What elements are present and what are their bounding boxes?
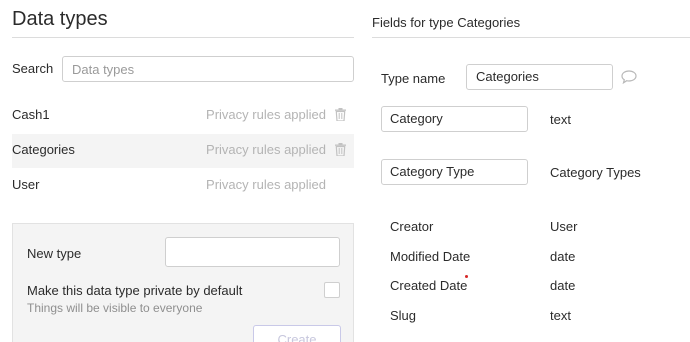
cursor-dot (465, 275, 468, 278)
divider (12, 37, 354, 38)
new-type-form: New type Make this data type private by … (12, 223, 354, 342)
builtin-field-name: Created Date (390, 278, 468, 293)
speech-bubble-icon[interactable] (621, 70, 637, 84)
builtin-field-type: text (550, 308, 571, 323)
new-type-label: New type (27, 246, 82, 261)
fields-panel: Fields for type Categories Type name Cat… (362, 0, 690, 342)
fields-panel-title: Fields for type Categories (372, 15, 521, 30)
new-type-input[interactable] (165, 237, 340, 267)
builtin-field-type: User (550, 219, 578, 234)
builtin-field-name: Creator (390, 219, 434, 234)
trash-icon[interactable] (335, 143, 346, 156)
type-name: User (12, 177, 40, 192)
search-label: Search (12, 61, 54, 76)
builtin-field-name: Slug (390, 308, 417, 323)
search-input[interactable] (62, 56, 354, 82)
builtin-field-name: Modified Date (390, 249, 471, 264)
builtin-field-type: date (550, 249, 576, 264)
trash-icon[interactable] (335, 108, 346, 121)
type-name: Cash1 (12, 107, 50, 122)
divider (372, 37, 690, 38)
privacy-status[interactable]: Privacy rules applied (206, 142, 326, 157)
type-name-label: Type name (381, 71, 446, 86)
privacy-status[interactable]: Privacy rules applied (206, 107, 326, 122)
private-default-hint: Things will be visible to everyone (27, 301, 203, 315)
type-name-input[interactable]: Categories (466, 64, 613, 90)
create-button[interactable]: Create (253, 325, 341, 342)
type-row-cash1[interactable]: Cash1 Privacy rules applied (12, 99, 354, 133)
type-name: Categories (12, 142, 75, 157)
field-name-input[interactable]: Category Type (381, 159, 528, 185)
private-default-checkbox[interactable] (324, 282, 340, 298)
type-row-categories[interactable]: Categories Privacy rules applied (12, 134, 354, 168)
panel-title: Data types (12, 8, 108, 30)
private-default-label: Make this data type private by default (27, 283, 243, 298)
data-types-panel: Data types Search Cash1 Privacy rules ap… (0, 0, 362, 342)
type-row-user[interactable]: User Privacy rules applied (12, 169, 354, 203)
privacy-status[interactable]: Privacy rules applied (206, 177, 326, 192)
field-type[interactable]: Category Types (550, 165, 641, 180)
field-type[interactable]: text (550, 112, 571, 127)
field-name-input[interactable]: Category (381, 106, 528, 132)
builtin-field-type: date (550, 278, 576, 293)
